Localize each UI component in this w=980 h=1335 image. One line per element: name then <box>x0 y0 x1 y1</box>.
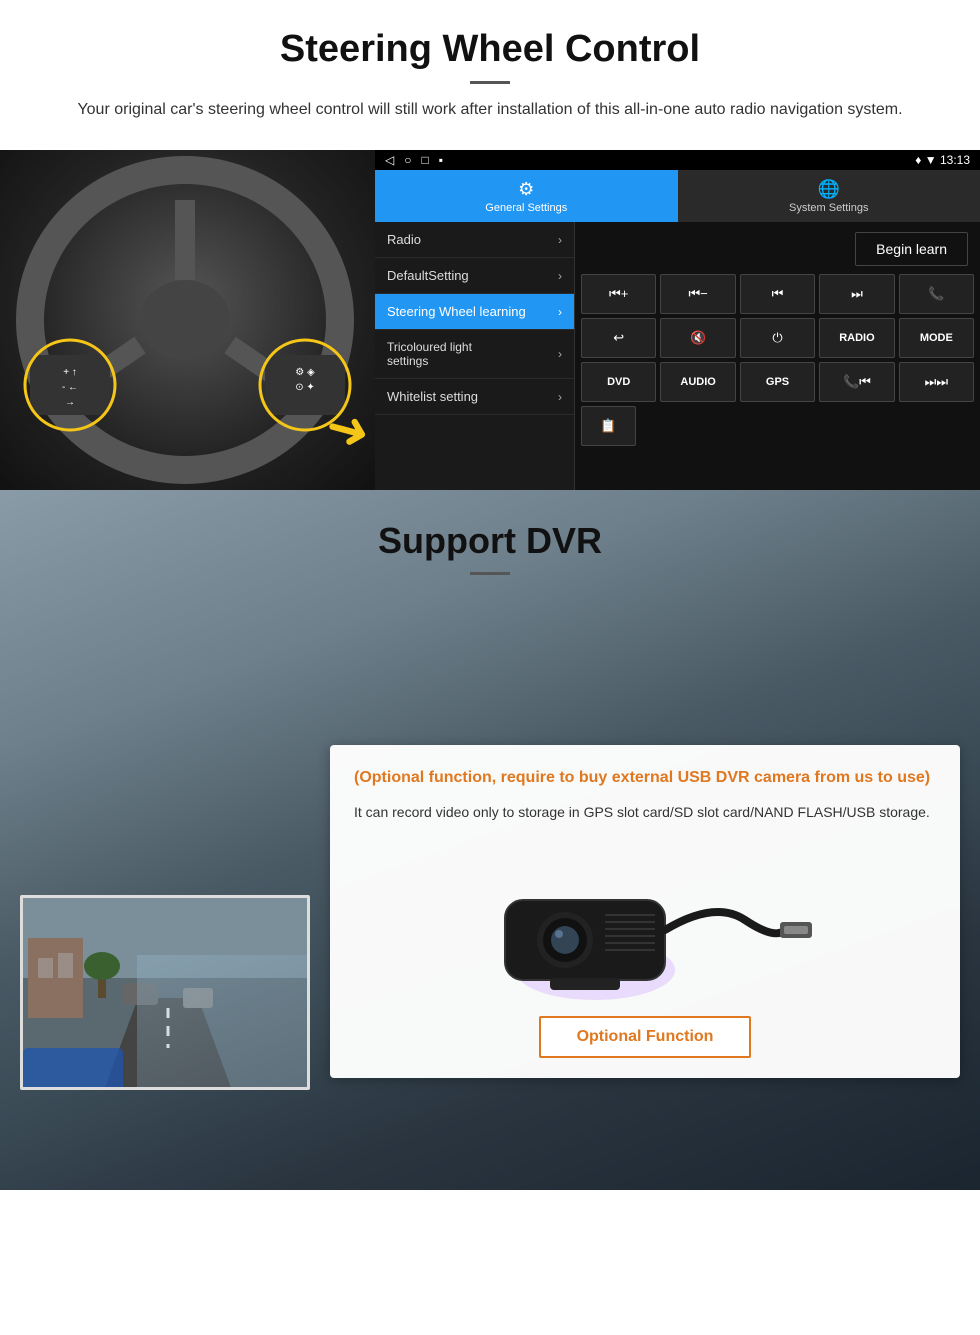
tab-system-label: System Settings <box>789 202 868 214</box>
menu-tricolour-label: Tricoloured lightsettings <box>387 340 472 368</box>
btn-radio[interactable]: RADIO <box>819 318 894 358</box>
menu-item-whitelist[interactable]: Whitelist setting › <box>375 379 574 415</box>
gear-icon: ⚙ <box>518 179 534 200</box>
steering-section-header: Steering Wheel Control Your original car… <box>0 0 980 132</box>
dvr-thumbnail-image <box>20 895 310 1090</box>
tab-system-settings[interactable]: 🌐 System Settings <box>678 170 980 222</box>
dvr-content: (Optional function, require to buy exter… <box>0 595 980 1110</box>
dvr-description: It can record video only to storage in G… <box>354 801 936 823</box>
btn-next[interactable]: ⏭ <box>819 274 894 314</box>
chevron-icon: › <box>558 233 562 247</box>
steering-control-area: Begin learn ⏮+ ⏮− ⏮ ⏭ 📞 ↩ 🔇 ⏻ RADIO MODE <box>575 222 980 490</box>
nav-icons: ◁ ○ □ ▪ <box>385 153 443 167</box>
btn-next-next[interactable]: ⏭⏭ <box>899 362 974 402</box>
menu-area: Radio › DefaultSetting › Steering Wheel … <box>375 222 980 490</box>
svg-text:→: → <box>65 397 75 408</box>
btn-vol-up[interactable]: ⏮+ <box>581 274 656 314</box>
btn-power[interactable]: ⏻ <box>740 318 815 358</box>
begin-learn-row: Begin learn <box>581 228 974 270</box>
android-ui-panel: ◁ ○ □ ▪ ♦ ▼ 13:13 ⚙ General Settings 🌐 S… <box>375 150 980 490</box>
globe-icon: 🌐 <box>818 179 840 200</box>
begin-learn-button[interactable]: Begin learn <box>855 232 968 266</box>
svg-text:- ←: - ← <box>62 382 78 393</box>
title-divider <box>470 81 510 84</box>
menu-default-label: DefaultSetting <box>387 268 469 283</box>
menu-item-steering[interactable]: Steering Wheel learning › <box>375 294 574 330</box>
menu-item-default[interactable]: DefaultSetting › <box>375 258 574 294</box>
status-icons: ♦ ▼ 13:13 <box>915 153 970 167</box>
btn-call[interactable]: 📞 <box>899 274 974 314</box>
settings-menu-list: Radio › DefaultSetting › Steering Wheel … <box>375 222 575 490</box>
btn-vol-down[interactable]: ⏮− <box>660 274 735 314</box>
btn-call-prev[interactable]: 📞⏮ <box>819 362 894 402</box>
control-row-1: ⏮+ ⏮− ⏮ ⏭ 📞 <box>581 274 974 314</box>
btn-audio[interactable]: AUDIO <box>660 362 735 402</box>
btn-prev[interactable]: ⏮ <box>740 274 815 314</box>
btn-hangup[interactable]: ↩ <box>581 318 656 358</box>
steering-wheel-image: + ↑ - ← → ⚙ ◈ ⊙ ✦ ➜ <box>0 150 375 490</box>
control-row-3: DVD AUDIO GPS 📞⏮ ⏭⏭ <box>581 362 974 402</box>
tab-general-settings[interactable]: ⚙ General Settings <box>375 170 678 222</box>
menu-whitelist-label: Whitelist setting <box>387 389 478 404</box>
dvr-camera-image <box>354 840 936 1000</box>
dvr-section-header: Support DVR <box>0 490 980 595</box>
dvr-orange-title: (Optional function, require to buy exter… <box>354 767 936 789</box>
control-row-4: 📋 <box>581 406 974 446</box>
settings-tabs[interactable]: ⚙ General Settings 🌐 System Settings <box>375 170 980 222</box>
btn-mode[interactable]: MODE <box>899 318 974 358</box>
optional-function-row: Optional Function <box>354 1016 936 1058</box>
dvr-title: Support DVR <box>40 520 940 562</box>
dvr-section: Support DVR <box>0 490 980 1190</box>
status-bar: ◁ ○ □ ▪ ♦ ▼ 13:13 <box>375 150 980 170</box>
chevron-icon: › <box>558 269 562 283</box>
steering-wheel-block: + ↑ - ← → ⚙ ◈ ⊙ ✦ ➜ ◁ ○ □ ▪ ♦ ▼ 13:13 <box>0 150 980 490</box>
steering-title: Steering Wheel Control <box>40 28 940 71</box>
tab-general-label: General Settings <box>485 202 567 214</box>
chevron-icon: › <box>558 390 562 404</box>
svg-text:+ ↑: + ↑ <box>63 367 77 378</box>
menu-item-radio[interactable]: Radio › <box>375 222 574 258</box>
btn-extra[interactable]: 📋 <box>581 406 636 446</box>
svg-text:⚙ ◈: ⚙ ◈ <box>295 367 315 378</box>
btn-mute[interactable]: 🔇 <box>660 318 735 358</box>
optional-function-button[interactable]: Optional Function <box>539 1016 752 1058</box>
btn-gps[interactable]: GPS <box>740 362 815 402</box>
btn-dvd[interactable]: DVD <box>581 362 656 402</box>
svg-text:⊙ ✦: ⊙ ✦ <box>295 382 315 393</box>
menu-steering-label: Steering Wheel learning <box>387 304 526 319</box>
dvr-info-card: (Optional function, require to buy exter… <box>330 745 960 1078</box>
control-row-2: ↩ 🔇 ⏻ RADIO MODE <box>581 318 974 358</box>
chevron-icon: › <box>558 347 562 361</box>
chevron-icon: › <box>558 305 562 319</box>
steering-subtitle: Your original car's steering wheel contr… <box>40 98 940 122</box>
menu-item-tricolour[interactable]: Tricoloured lightsettings › <box>375 330 574 379</box>
wheel-background: + ↑ - ← → ⚙ ◈ ⊙ ✦ ➜ <box>0 150 375 490</box>
menu-radio-label: Radio <box>387 232 421 247</box>
dvr-divider <box>470 572 510 575</box>
